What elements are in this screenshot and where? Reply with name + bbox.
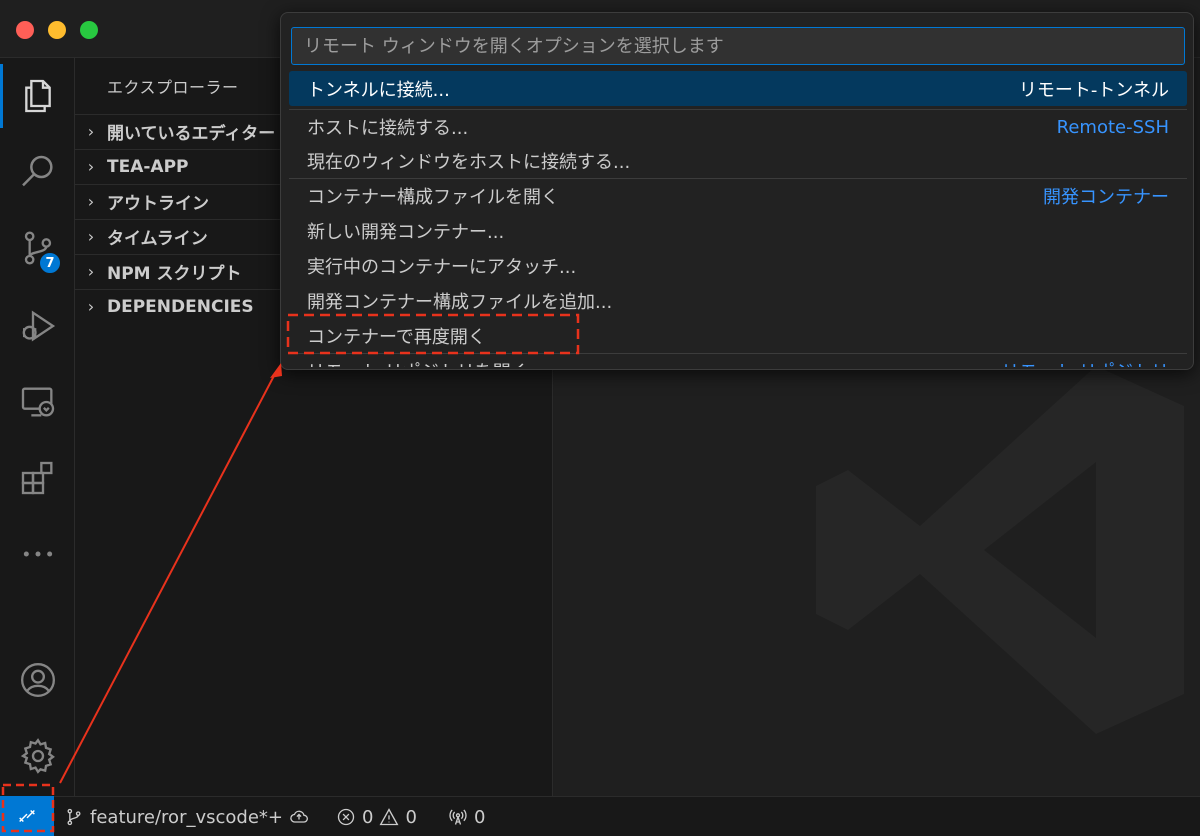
sidebar-title: エクスプローラー [107,78,239,97]
ports-count: 0 [474,806,486,828]
branch-indicator[interactable]: feature/ror_vscode*+ [64,797,309,836]
warning-count: 0 [405,806,417,828]
section-label: タイムライン [107,229,208,249]
minimize-window-button[interactable] [48,21,66,39]
broadcast-icon [449,809,467,825]
remote-icon [19,809,35,823]
item-label: ホストに接続する... [307,118,469,139]
status-bar: feature/ror_vscode*+ 0 0 0 [0,796,1200,836]
settings-icon[interactable] [0,724,75,788]
chevron-right-icon: › [87,297,95,316]
item-label: リモート リポジトリを開く... [307,358,1001,367]
run-debug-icon[interactable] [0,294,75,358]
quick-pick-item-open-container-config[interactable]: コンテナー構成ファイルを開く 開発コンテナー [289,178,1187,213]
close-window-button[interactable] [16,21,34,39]
section-label: アウトライン [107,194,209,214]
remote-indicator-button[interactable] [0,796,54,836]
chevron-right-icon: › [87,122,95,141]
quick-pick-item-attach-container[interactable]: 実行中のコンテナーにアタッチ... [289,248,1187,283]
explorer-icon[interactable] [0,64,75,128]
extensions-icon[interactable] [0,446,75,510]
vscode-logo-watermark [816,366,1184,734]
activity-bar: 7 [0,58,75,796]
warning-icon [379,808,399,826]
remote-explorer-icon[interactable] [0,370,75,434]
quick-pick-item-add-dev-container-config[interactable]: 開発コンテナー構成ファイルを追加... [289,283,1187,318]
cloud-upload-icon[interactable] [289,807,309,827]
vscode-window: 7 エクスプローラー › 開いているエディター › TEA-APP › アウトラ… [0,0,1200,836]
section-label: TEA-APP [107,156,189,177]
chevron-right-icon: › [87,157,95,176]
branch-icon [67,808,81,826]
quick-pick-item-reopen-in-container[interactable]: コンテナーで再度開く [289,318,1187,353]
quick-pick-item-new-dev-container[interactable]: 新しい開発コンテナー... [289,213,1187,248]
item-label: コンテナー構成ファイルを開く [307,187,559,208]
remote-quick-pick: トンネルに接続... リモート-トンネル ホストに接続する... Remote-… [280,12,1194,370]
more-icon[interactable] [0,522,75,586]
error-icon [337,808,355,826]
quick-pick-item-open-remote-repo[interactable]: リモート リポジトリを開く... リモート リポジトリ [289,353,1187,367]
item-label: コンテナーで再度開く [307,326,486,348]
item-group-label: リモート-トンネル [1018,79,1169,101]
item-group-label: Remote-SSH [1056,116,1169,138]
ports-indicator[interactable]: 0 [448,797,485,836]
search-icon[interactable] [0,140,75,204]
chevron-right-icon: › [87,227,95,246]
item-label: 新しい開発コンテナー... [307,221,505,243]
section-label: NPM スクリプト [107,264,242,284]
chevron-right-icon: › [87,192,95,211]
item-group-label: リモート リポジトリ [1001,358,1169,367]
source-control-badge: 7 [38,251,62,275]
quick-pick-list: トンネルに接続... リモート-トンネル ホストに接続する... Remote-… [289,71,1187,367]
item-group-label: 開発コンテナー [1043,187,1169,208]
quick-pick-item-connect-current-window[interactable]: 現在のウィンドウをホストに接続する... [289,143,1187,178]
quick-pick-input[interactable] [291,27,1185,65]
item-label: 実行中のコンテナーにアタッチ... [307,256,577,278]
problems-indicator[interactable]: 0 0 [336,797,417,836]
source-control-icon[interactable]: 7 [0,216,75,280]
maximize-window-button[interactable] [80,21,98,39]
chevron-right-icon: › [87,262,95,281]
section-label: 開いているエディター [107,124,276,144]
error-count: 0 [362,806,374,828]
quick-pick-item-connect-tunnel[interactable]: トンネルに接続... リモート-トンネル [289,71,1187,106]
branch-name: feature/ror_vscode*+ [90,806,283,828]
item-label: 現在のウィンドウをホストに接続する... [307,151,631,173]
item-label: トンネルに接続... [307,79,450,101]
item-label: 開発コンテナー構成ファイルを追加... [307,291,613,313]
quick-pick-item-connect-host[interactable]: ホストに接続する... Remote-SSH [289,109,1187,144]
account-icon[interactable] [0,648,75,712]
section-label: DEPENDENCIES [107,296,254,317]
